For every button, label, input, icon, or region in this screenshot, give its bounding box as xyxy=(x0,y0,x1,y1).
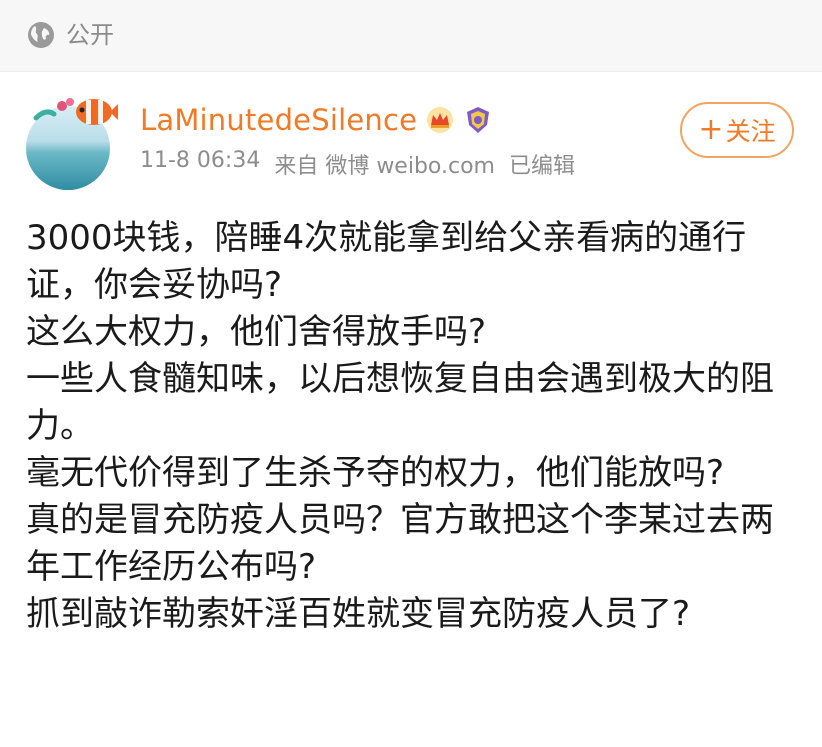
author-info: LaMinutedeSilence 11-8 06:34 来自 微博 weibo… xyxy=(140,100,575,180)
visibility-label: 公开 xyxy=(66,21,114,49)
post-source[interactable]: 来自 微博 weibo.com xyxy=(274,148,495,180)
follow-label: 关注 xyxy=(725,117,776,146)
avatar[interactable] xyxy=(26,96,118,192)
author-name[interactable]: LaMinutedeSilence xyxy=(140,103,417,137)
post-line: 毫无代价得到了生杀予夺的权力，他们能放吗? xyxy=(26,453,725,493)
post-line: 这么大权力，他们舍得放手吗? xyxy=(26,312,487,352)
post-meta: 11-8 06:34 来自 微博 weibo.com 已编辑 xyxy=(140,148,575,180)
post-line: 抓到敲诈勒索奸淫百姓就变冒充防疫人员了? xyxy=(26,594,691,634)
visibility-indicator[interactable]: 公开 xyxy=(26,20,114,50)
post-line: 3000块钱，陪睡4次就能拿到给父亲看病的通行证，你会妥协吗? xyxy=(26,218,747,305)
post-line: 一些人食髓知味，以后想恢复自由会遇到极大的阻力。 xyxy=(26,359,774,446)
edited-label[interactable]: 已编辑 xyxy=(509,148,575,180)
clownfish-pendant-icon xyxy=(33,98,118,125)
visibility-bar: 公开 xyxy=(0,0,822,72)
shield-badge-icon[interactable] xyxy=(463,105,493,135)
post-timestamp: 11-8 06:34 xyxy=(140,148,261,173)
follow-button[interactable]: + 关注 xyxy=(680,102,794,158)
post-content: 3000块钱，陪睡4次就能拿到给父亲看病的通行证，你会妥协吗? 这么大权力，他们… xyxy=(26,215,796,638)
post-line: 真的是冒充防疫人员吗？官方敢把这个李某过去两年工作经历公布吗? xyxy=(26,500,774,587)
plus-icon: + xyxy=(698,112,724,147)
globe-icon xyxy=(28,22,54,48)
crown-badge-icon[interactable] xyxy=(425,105,455,135)
